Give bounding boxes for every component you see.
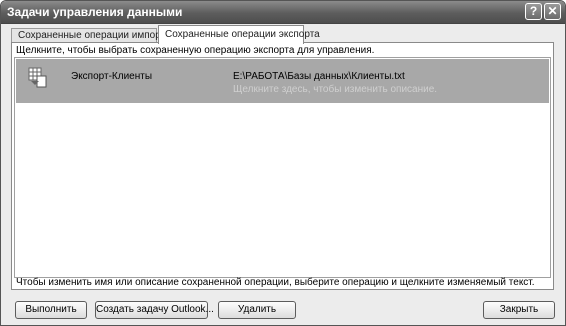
window-title: Задачи управления данными [7,5,183,19]
dialog-window: Задачи управления данными ? ✕ Сохраненны… [0,0,566,326]
close-button[interactable]: Закрыть [483,301,555,319]
saved-operations-list[interactable]: Экспорт-Клиенты E:\РАБОТА\Базы данных\Кл… [14,57,551,278]
tab-import[interactable]: Сохраненные операции импорта [11,28,171,43]
help-icon[interactable]: ? [525,3,542,20]
operation-path: E:\РАБОТА\Базы данных\Клиенты.txt [233,71,405,82]
edit-hint-text: Чтобы изменить имя или описание сохранен… [16,277,535,288]
operation-description[interactable]: Щелкните здесь, чтобы изменить описание. [233,84,437,95]
run-button[interactable]: Выполнить [15,301,87,319]
table-export-icon [28,67,47,88]
close-icon[interactable]: ✕ [544,3,561,20]
list-item[interactable]: Экспорт-Клиенты E:\РАБОТА\Базы данных\Кл… [16,59,549,103]
tab-export[interactable]: Сохраненные операции экспорта [158,25,320,44]
operation-name[interactable]: Экспорт-Клиенты [71,71,152,82]
tab-panel: Щелкните, чтобы выбрать сохраненную опер… [11,42,554,290]
delete-button[interactable]: Удалить [218,301,296,319]
create-outlook-task-button[interactable]: Создать задачу Outlook... [95,301,214,319]
instruction-text: Щелкните, чтобы выбрать сохраненную опер… [16,45,375,56]
title-bar[interactable]: Задачи управления данными ? ✕ [1,1,565,24]
